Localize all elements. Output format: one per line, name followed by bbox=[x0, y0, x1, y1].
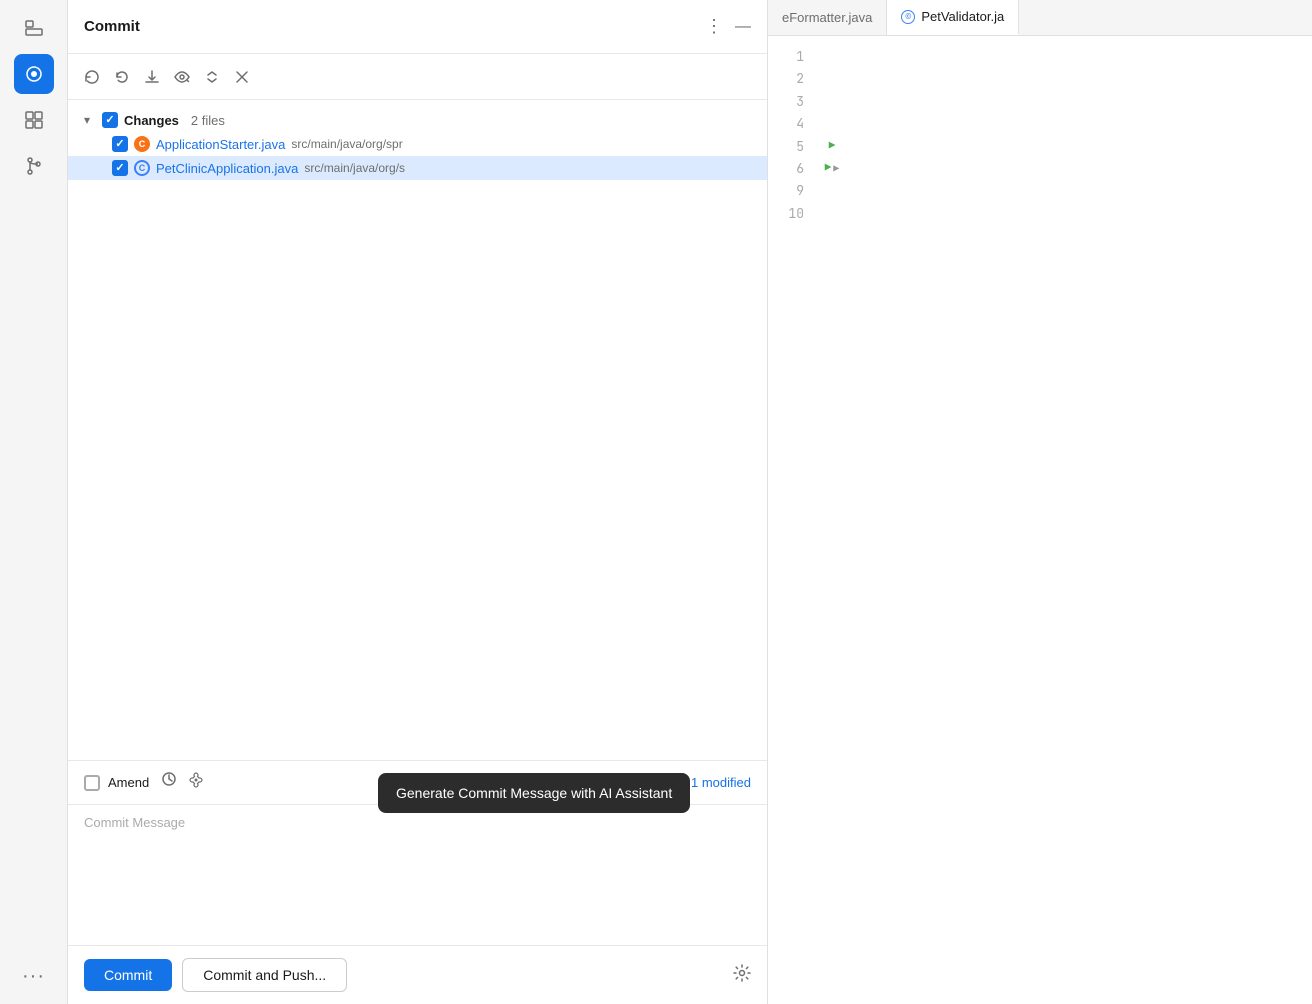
amend-row: Amend 1 bbox=[68, 761, 767, 805]
activity-bar-item-vcs[interactable] bbox=[14, 54, 54, 94]
toolbar bbox=[68, 54, 767, 100]
settings-icon[interactable] bbox=[733, 964, 751, 987]
chevron-down-icon: ▾ bbox=[84, 113, 96, 127]
line-num-9: 9 bbox=[768, 180, 804, 202]
commit-actions: Commit Commit and Push... bbox=[68, 945, 767, 1004]
code-line-9: } bbox=[844, 180, 1312, 202]
gutter-2 bbox=[820, 68, 844, 90]
gutter-9 bbox=[820, 180, 844, 202]
line-num-10: 10 bbox=[768, 203, 804, 225]
tab-eformatter[interactable]: eFormatter.java bbox=[768, 0, 887, 35]
line-num-6: 6 bbox=[768, 158, 804, 180]
amend-label: Amend bbox=[108, 775, 149, 790]
code-line-5: public class Applicati bbox=[844, 136, 1312, 158]
eye-icon[interactable] bbox=[174, 69, 190, 85]
gutter-6: ▶ ▶ bbox=[820, 158, 844, 180]
changes-group-header[interactable]: ▾ Changes 2 files bbox=[68, 108, 767, 132]
file-tree: ▾ Changes 2 files C ApplicationStarter.j… bbox=[68, 100, 767, 760]
minimize-icon[interactable]: — bbox=[735, 18, 751, 36]
commit-message-placeholder: Commit Message bbox=[84, 815, 185, 830]
activity-bar-item-branches[interactable] bbox=[14, 146, 54, 186]
gutter: ▶ ▶ ▶ bbox=[820, 44, 844, 996]
file-path-starter: src/main/java/org/spr bbox=[291, 137, 402, 151]
activity-bar: ··· bbox=[0, 0, 68, 1004]
stat-modified: 1 modified bbox=[691, 775, 751, 790]
editor-panel: eFormatter.java © PetValidator.ja 1 2 3 … bbox=[768, 0, 1312, 1004]
activity-bar-item-structure[interactable] bbox=[14, 100, 54, 140]
gutter-10 bbox=[820, 203, 844, 225]
more-options-icon[interactable]: ⋮ bbox=[705, 16, 723, 37]
refresh-icon[interactable] bbox=[84, 69, 100, 85]
code-area: 1 2 3 4 5 6 9 10 ▶ ▶ ▶ bbox=[768, 36, 1312, 1004]
more-icon: ··· bbox=[22, 965, 45, 988]
clock-icon[interactable] bbox=[161, 771, 177, 794]
editor-tabs: eFormatter.java © PetValidator.ja bbox=[768, 0, 1312, 36]
changes-group-checkbox[interactable] bbox=[102, 112, 118, 128]
tab-petvalidator[interactable]: © PetValidator.ja bbox=[887, 0, 1019, 35]
gutter-1 bbox=[820, 46, 844, 68]
commit-and-push-button[interactable]: Commit and Push... bbox=[182, 958, 347, 992]
code-line-4 bbox=[844, 113, 1312, 135]
code-lines: package org.springfram import org.spring… bbox=[844, 44, 1312, 996]
bottom-section: Amend 1 bbox=[68, 760, 767, 1004]
amend-icons bbox=[161, 771, 205, 794]
line-num-4: 4 bbox=[768, 113, 804, 135]
line-num-5: 5 bbox=[768, 136, 804, 158]
file-icon-starter: C bbox=[134, 136, 150, 152]
code-line-10 bbox=[844, 203, 1312, 225]
ai-icon[interactable] bbox=[187, 771, 205, 794]
file-name-starter: ApplicationStarter.java bbox=[156, 137, 285, 152]
commit-button[interactable]: Commit bbox=[84, 959, 172, 991]
activity-bar-item-project[interactable] bbox=[14, 8, 54, 48]
run-icon-5[interactable]: ▶ bbox=[829, 138, 836, 156]
file-item-application-starter[interactable]: C ApplicationStarter.java src/main/java/… bbox=[68, 132, 767, 156]
commit-panel: Commit ⋮ — bbox=[68, 0, 768, 1004]
tab-label-petvalidator: PetValidator.ja bbox=[921, 9, 1004, 24]
gutter-3 bbox=[820, 91, 844, 113]
file-checkbox-starter[interactable] bbox=[112, 136, 128, 152]
tab-label-eformatter: eFormatter.java bbox=[782, 10, 872, 25]
download-icon[interactable] bbox=[144, 69, 160, 85]
code-line-3: import org.springframe bbox=[844, 91, 1312, 113]
changes-group-label: Changes bbox=[124, 113, 179, 128]
stats-area: 1 added 1 modified bbox=[632, 775, 751, 790]
panel-title: Commit bbox=[84, 18, 705, 35]
file-name-petclinic: PetClinicApplication.java bbox=[156, 161, 298, 176]
gutter-4 bbox=[820, 113, 844, 135]
code-line-6: public static void bbox=[844, 158, 1312, 180]
undo-icon[interactable] bbox=[114, 69, 130, 85]
file-path-petclinic: src/main/java/org/s bbox=[304, 161, 405, 175]
stat-added: 1 added bbox=[632, 775, 679, 790]
tab-file-icon-petvalidator: © bbox=[901, 10, 915, 24]
file-checkbox-petclinic[interactable] bbox=[112, 160, 128, 176]
line-num-3: 3 bbox=[768, 91, 804, 113]
code-line-1: package org.springfram bbox=[844, 46, 1312, 68]
amend-checkbox[interactable] bbox=[84, 775, 100, 791]
run-icon-6[interactable]: ▶ bbox=[825, 160, 832, 178]
header-icons: ⋮ — bbox=[705, 16, 751, 37]
expand-icon[interactable] bbox=[204, 69, 220, 85]
activity-bar-item-more[interactable]: ··· bbox=[14, 956, 54, 996]
changes-group-count: 2 files bbox=[191, 113, 225, 128]
line-num-2: 2 bbox=[768, 68, 804, 90]
close-icon[interactable] bbox=[234, 69, 250, 85]
amend-tooltip-container: Amend 1 bbox=[68, 761, 767, 805]
file-icon-petclinic: C bbox=[134, 160, 150, 176]
gutter-5[interactable]: ▶ bbox=[820, 136, 844, 158]
line-numbers: 1 2 3 4 5 6 9 10 bbox=[768, 44, 820, 996]
commit-message-area[interactable]: Commit Message bbox=[68, 805, 767, 945]
expand-icon-6[interactable]: ▶ bbox=[833, 161, 839, 177]
file-item-petclinic[interactable]: C PetClinicApplication.java src/main/jav… bbox=[68, 156, 767, 180]
code-line-2 bbox=[844, 68, 1312, 90]
line-num-1: 1 bbox=[768, 46, 804, 68]
panel-header: Commit ⋮ — bbox=[68, 0, 767, 54]
